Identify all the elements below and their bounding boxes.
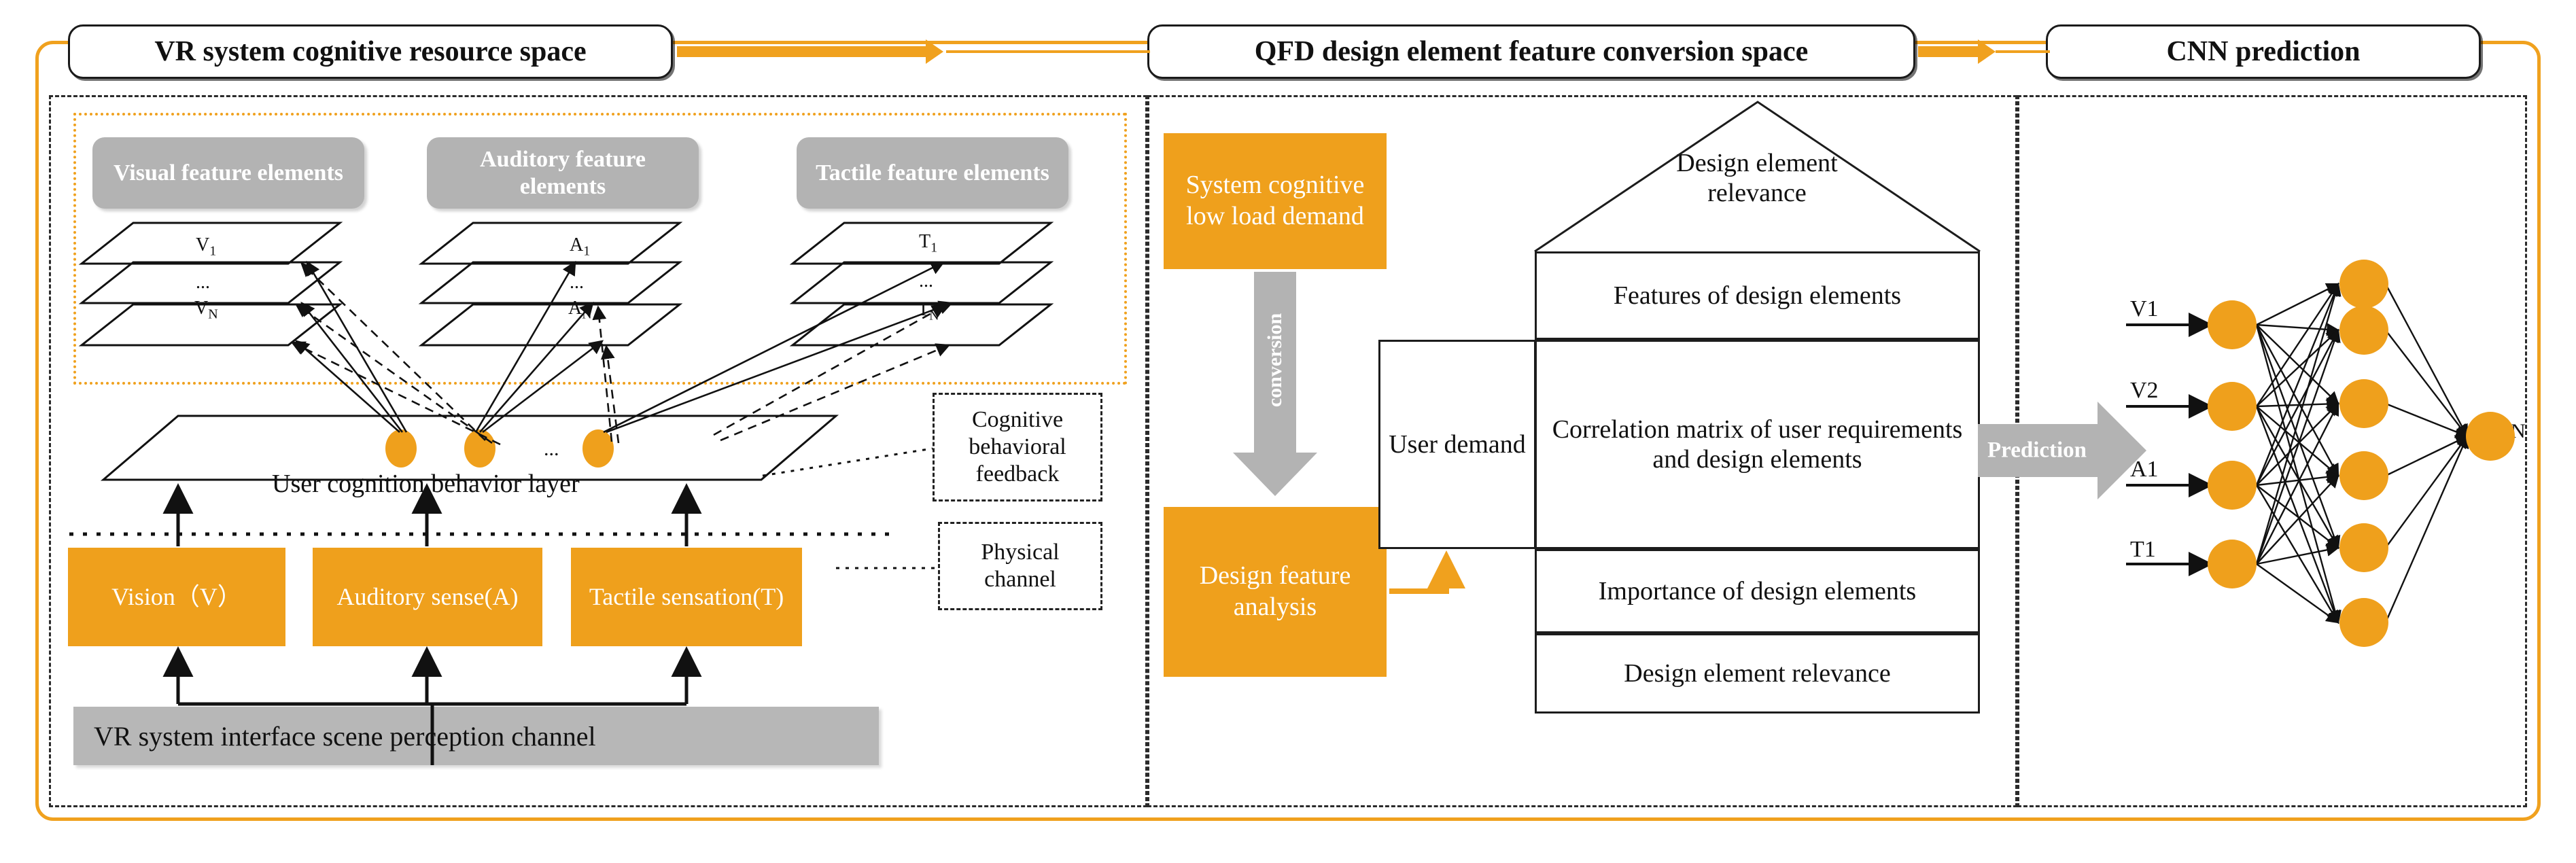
nn-input-label-0: V1 <box>2130 296 2159 321</box>
plane-label-visual-ellipsis: ... <box>196 272 210 293</box>
header-qfd-space[interactable]: QFD design element feature conversion sp… <box>1147 24 1915 79</box>
analysis-box[interactable]: Design feature analysis <box>1164 507 1387 677</box>
demand-box-label: System cognitive low load demand <box>1185 171 1365 230</box>
prediction-arrow: Prediction <box>1978 401 2148 499</box>
house-matrix-cell[interactable]: Correlation matrix of user requirements … <box>1535 340 1980 549</box>
plane-label-tactile-ellipsis: ... <box>919 270 933 292</box>
house-relevance-cell[interactable]: Design element relevance <box>1535 633 1980 714</box>
prediction-arrow-label: Prediction <box>1987 438 2087 462</box>
plane-label-tactile-bottom: TN <box>918 299 939 324</box>
group-title-tactile[interactable]: Tactile feature elements <box>797 137 1068 209</box>
plane-label-visual-top: V1 <box>196 234 216 260</box>
plane-label-tactile-top-text: T <box>919 231 931 252</box>
cognition-layer-label: User cognition behavior layer <box>272 470 580 498</box>
plane-label-tactile-top-sub: 1 <box>930 240 938 256</box>
header-cnn-space[interactable]: CNN prediction <box>2046 24 2481 79</box>
plane-label-auditory-bottom: AN <box>568 298 592 323</box>
plane-label-auditory-bottom-text: A <box>568 298 582 319</box>
side-box-physical-label: Physical channel <box>981 539 1060 592</box>
plane-label-visual-bottom-sub: N <box>208 306 218 322</box>
conversion-arrow: conversion <box>1217 272 1334 496</box>
nn-input-label-1: V2 <box>2130 378 2159 403</box>
conversion-arrow-label: conversion <box>1264 313 1286 408</box>
header-vr-space-label: VR system cognitive resource space <box>154 36 587 67</box>
house-importance-label: Importance of design elements <box>1598 576 1917 605</box>
plane-label-visual-top-sub: 1 <box>209 243 217 259</box>
house-matrix-label: Correlation matrix of user requirements … <box>1552 415 1963 474</box>
house-features-label: Features of design elements <box>1613 281 1902 310</box>
side-box-feedback-label: Cognitive behavioral feedback <box>969 406 1066 487</box>
house-user-demand-label: User demand <box>1389 429 1526 459</box>
nn-input-label-2: A1 <box>2130 457 2159 482</box>
group-title-auditory[interactable]: Auditory feature elements <box>427 137 699 209</box>
diagram-canvas: VR system cognitive resource space QFD d… <box>0 0 2576 863</box>
plane-label-tactile-top: T1 <box>919 231 937 256</box>
side-box-physical[interactable]: Physical channel <box>938 522 1102 610</box>
sense-box-tactile-label: Tactile sensation(T) <box>589 582 784 610</box>
plane-label-visual-bottom-text: V <box>194 298 209 319</box>
header-cnn-space-label: CNN prediction <box>2166 36 2361 67</box>
connector-qfd-to-cnn-thin <box>1996 50 2050 53</box>
sense-box-vision[interactable]: Vision（V） <box>68 548 285 646</box>
nn-output-label: N <box>2511 420 2526 442</box>
perception-channel-bar[interactable]: VR system interface scene perception cha… <box>73 707 879 765</box>
connector-vr-to-qfd-thin <box>946 50 1150 53</box>
plane-label-tactile-bottom-sub: N <box>929 308 939 323</box>
sense-box-tactile[interactable]: Tactile sensation(T) <box>571 548 802 646</box>
plane-label-auditory-top-text: A <box>570 234 584 256</box>
plane-label-visual-bottom: VN <box>194 298 218 323</box>
group-title-tactile-label: Tactile feature elements <box>816 160 1049 186</box>
plane-label-tactile-bottom-text: T <box>918 299 930 320</box>
plane-label-auditory-ellipsis: ... <box>570 272 584 293</box>
demand-box[interactable]: System cognitive low load demand <box>1164 133 1387 269</box>
house-relevance-label: Design element relevance <box>1624 658 1891 688</box>
plane-label-auditory-top: A1 <box>570 234 590 260</box>
header-qfd-space-label: QFD design element feature conversion sp… <box>1254 36 1809 67</box>
plane-label-auditory-top-sub: 1 <box>583 243 591 259</box>
analysis-box-label: Design feature analysis <box>1199 561 1351 621</box>
plane-label-visual-top-text: V <box>196 234 210 256</box>
house-features-cell[interactable]: Features of design elements <box>1535 251 1980 340</box>
nn-input-label-3: T1 <box>2130 537 2156 562</box>
sense-box-auditory-label: Auditory sense(A) <box>336 582 519 610</box>
header-vr-space[interactable]: VR system cognitive resource space <box>68 24 673 79</box>
plane-label-auditory-bottom-sub: N <box>582 306 592 322</box>
group-title-visual-label: Visual feature elements <box>113 160 344 186</box>
house-user-demand-cell[interactable]: User demand <box>1378 340 1536 549</box>
group-title-visual[interactable]: Visual feature elements <box>92 137 364 209</box>
sense-box-vision-label: Vision（V） <box>111 582 242 610</box>
group-title-auditory-label: Auditory feature elements <box>480 147 646 199</box>
house-roof-label: Design element relevance <box>1676 149 1838 208</box>
perception-channel-label: VR system interface scene perception cha… <box>94 720 596 752</box>
side-box-feedback[interactable]: Cognitive behavioral feedback <box>933 393 1102 501</box>
sense-box-auditory[interactable]: Auditory sense(A) <box>313 548 542 646</box>
house-importance-cell[interactable]: Importance of design elements <box>1535 549 1980 633</box>
